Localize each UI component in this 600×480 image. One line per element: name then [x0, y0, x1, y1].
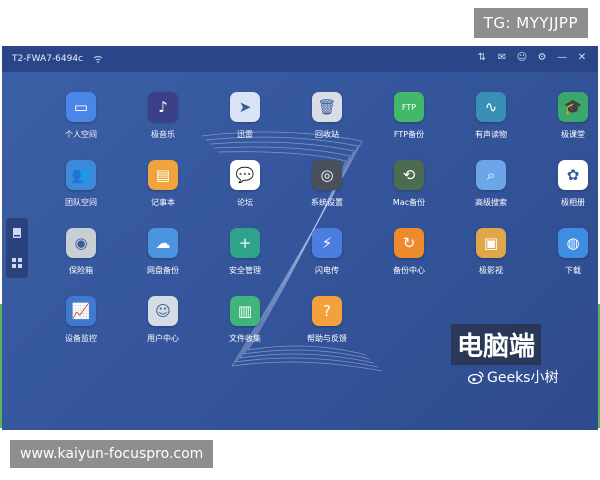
ftp-icon[interactable]: FTP [394, 92, 424, 122]
app-label: 设备监控 [65, 334, 97, 343]
app-label: 系统设置 [311, 198, 343, 207]
globe-download-icon[interactable]: ◍ [558, 228, 588, 258]
forum-icon[interactable]: 💬 [230, 160, 260, 190]
app-label: 记事本 [151, 198, 175, 207]
app-label: FTP备份 [393, 130, 425, 139]
app-audio[interactable]: ∿ 有声读物 [452, 92, 530, 140]
app-label: 极课堂 [561, 130, 585, 139]
app-label: 极相册 [561, 198, 585, 207]
user-icon[interactable]: ☺ [516, 52, 528, 64]
search-icon[interactable]: ⌕ [476, 160, 506, 190]
weibo-logo-icon [468, 370, 484, 384]
app-video[interactable]: ▣ 极影视 [452, 228, 530, 276]
audio-icon[interactable]: ∿ [476, 92, 506, 122]
app-label: 保险箱 [69, 266, 93, 275]
app-trash[interactable]: 🗑 回收站 [288, 92, 366, 140]
app-cloud-backup[interactable]: ☁ 网盘备份 [124, 228, 202, 276]
app-label: 回收站 [315, 130, 339, 139]
bird-icon[interactable]: ➤ [230, 92, 260, 122]
app-graduation[interactable]: 🎓 极课堂 [534, 92, 598, 140]
url-overlay-label: www.kaiyun-focuspro.com [10, 440, 214, 468]
backup-center-icon[interactable]: ↻ [394, 228, 424, 258]
app-label: 极音乐 [151, 130, 175, 139]
app-user-center[interactable]: ☺ 用户中心 [124, 296, 202, 344]
video-icon[interactable]: ▣ [476, 228, 506, 258]
app-help[interactable]: ? 帮助与反馈 [288, 296, 366, 344]
app-label: 迅雷 [237, 130, 253, 139]
app-label: 文件收集 [229, 334, 261, 343]
app-file-collect[interactable]: ▥ 文件收集 [206, 296, 284, 344]
app-team-folder[interactable]: 👥 团队空间 [42, 160, 120, 208]
gear-icon[interactable]: ⚙ [536, 52, 548, 64]
app-safe[interactable]: ◉ 保险箱 [42, 228, 120, 276]
mail-icon[interactable]: ✉ [496, 52, 508, 64]
flash-transfer-icon[interactable]: ⚡ [312, 228, 342, 258]
time-machine-icon[interactable]: ⟲ [394, 160, 424, 190]
sort-icon[interactable]: ⇅ [476, 52, 488, 64]
app-label: 帮助与反馈 [307, 334, 347, 343]
app-time-machine[interactable]: ⟲ Mac备份 [370, 160, 448, 208]
app-label: 个人空间 [65, 130, 97, 139]
app-label: 闪电传 [315, 266, 339, 275]
folder-icon[interactable]: ▭ [66, 92, 96, 122]
weibo-handle: Geeks小树 [487, 370, 559, 386]
storage-icon[interactable] [11, 227, 23, 239]
app-label: 论坛 [237, 198, 253, 207]
app-flash-transfer[interactable]: ⚡ 闪电传 [288, 228, 366, 276]
app-label: 备份中心 [393, 266, 425, 275]
graduation-icon[interactable]: 🎓 [558, 92, 588, 122]
window-titlebar: T2-FWA7-6494c ⇅ ✉ ☺ ⚙ — ✕ [2, 46, 598, 72]
app-label: 用户中心 [147, 334, 179, 343]
close-icon[interactable]: ✕ [576, 52, 588, 64]
minimize-icon[interactable]: — [556, 52, 568, 64]
user-center-icon[interactable]: ☺ [148, 296, 178, 326]
trash-icon[interactable]: 🗑 [312, 92, 342, 122]
device-name[interactable]: T2-FWA7-6494c [12, 54, 83, 64]
app-label: 下载 [565, 266, 581, 275]
watermark-title: 电脑端 [451, 324, 542, 365]
tg-overlay-label: TG: MYYJJPP [473, 8, 588, 38]
cloud-backup-icon[interactable]: ☁ [148, 228, 178, 258]
app-monitor-chart[interactable]: 📈 设备监控 [42, 296, 120, 344]
app-shield[interactable]: + 安全管理 [206, 228, 284, 276]
app-label: 团队空间 [65, 198, 97, 207]
app-photos[interactable]: ✿ 极相册 [534, 160, 598, 208]
team-folder-icon[interactable]: 👥 [66, 160, 96, 190]
notebook-icon[interactable]: ▤ [148, 160, 178, 190]
app-label: 高级搜索 [475, 198, 507, 207]
app-notebook[interactable]: ▤ 记事本 [124, 160, 202, 208]
app-bird[interactable]: ➤ 迅雷 [206, 92, 284, 140]
app-label: 安全管理 [229, 266, 261, 275]
app-globe-download[interactable]: ◍ 下载 [534, 228, 598, 276]
app-music[interactable]: ♪ 极音乐 [124, 92, 202, 140]
wifi-icon [93, 56, 103, 63]
shield-icon[interactable]: + [230, 228, 260, 258]
file-collect-icon[interactable]: ▥ [230, 296, 260, 326]
left-sidebar [6, 218, 28, 278]
app-settings[interactable]: ◎ 系统设置 [288, 160, 366, 208]
weibo-watermark: Geeks小树 [468, 367, 558, 387]
app-folder[interactable]: ▭ 个人空间 [42, 92, 120, 140]
app-label: 网盘备份 [147, 266, 179, 275]
help-icon[interactable]: ? [312, 296, 342, 326]
app-ftp[interactable]: FTP FTP备份 [370, 92, 448, 140]
music-icon[interactable]: ♪ [148, 92, 178, 122]
app-search[interactable]: ⌕ 高级搜索 [452, 160, 530, 208]
app-backup-center[interactable]: ↻ 备份中心 [370, 228, 448, 276]
apps-icon[interactable] [11, 257, 23, 269]
app-forum[interactable]: 💬 论坛 [206, 160, 284, 208]
app-label: Mac备份 [392, 198, 426, 207]
app-label: 极影视 [479, 266, 503, 275]
app-label: 有声读物 [475, 130, 507, 139]
monitor-chart-icon[interactable]: 📈 [66, 296, 96, 326]
safe-icon[interactable]: ◉ [66, 228, 96, 258]
photos-icon[interactable]: ✿ [558, 160, 588, 190]
settings-icon[interactable]: ◎ [312, 160, 342, 190]
